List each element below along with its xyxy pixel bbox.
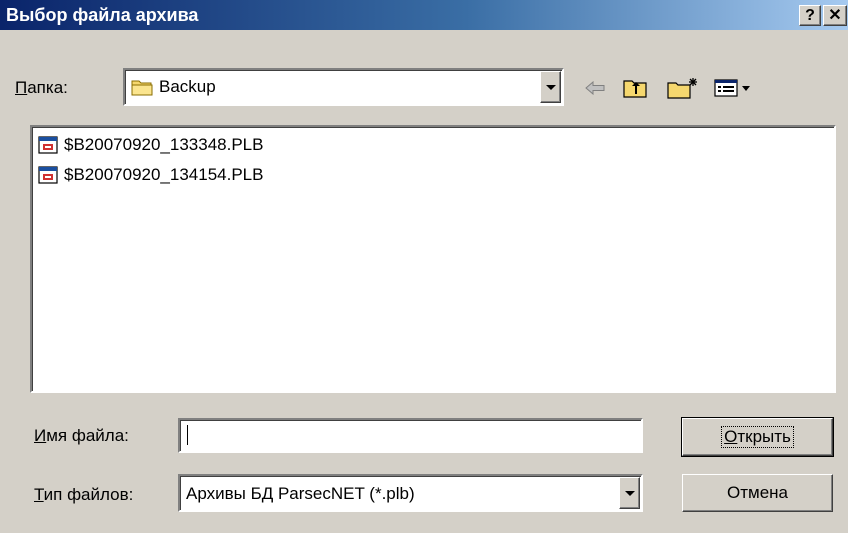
filetype-label: Тип файлов: bbox=[34, 485, 134, 504]
folder-current: Backup bbox=[159, 77, 216, 96]
up-folder-button[interactable] bbox=[620, 76, 650, 100]
view-menu-button[interactable] bbox=[711, 76, 765, 100]
archive-file-icon bbox=[38, 166, 58, 184]
window-title: Выбор файла архива bbox=[6, 4, 199, 25]
up-folder-icon bbox=[623, 80, 647, 98]
file-list[interactable]: $B20070920_133348.PLB $B20070920_134154.… bbox=[30, 125, 836, 393]
new-folder-button[interactable] bbox=[665, 76, 701, 100]
filename-label: Имя файла: bbox=[34, 426, 129, 445]
view-menu-icon bbox=[714, 79, 750, 97]
folder-combo[interactable]: Backup bbox=[123, 68, 564, 106]
help-icon: ? bbox=[805, 6, 815, 24]
cancel-button[interactable]: Отмена bbox=[682, 474, 833, 512]
back-arrow-icon bbox=[585, 81, 605, 95]
chevron-down-icon bbox=[624, 490, 635, 496]
folder-icon bbox=[131, 80, 153, 96]
new-folder-icon bbox=[667, 78, 697, 99]
title-bar[interactable]: Выбор файла архива ? ✕ bbox=[0, 0, 848, 30]
file-name: $B20070920_134154.PLB bbox=[64, 165, 264, 184]
folder-dropdown-button[interactable] bbox=[540, 71, 561, 103]
back-button[interactable] bbox=[582, 76, 608, 100]
folder-label: Папка: bbox=[15, 78, 68, 97]
filetype-selected: Архивы БД ParsecNET (*.plb) bbox=[186, 484, 415, 503]
open-button[interactable]: Открыть bbox=[681, 417, 834, 457]
archive-file-icon bbox=[38, 136, 58, 154]
close-icon: ✕ bbox=[828, 6, 842, 24]
filetype-combo[interactable]: Архивы БД ParsecNET (*.plb) bbox=[178, 474, 643, 512]
filename-input[interactable] bbox=[178, 418, 643, 453]
file-item[interactable]: $B20070920_134154.PLB bbox=[38, 165, 263, 185]
chevron-down-icon bbox=[545, 84, 556, 90]
file-name: $B20070920_133348.PLB bbox=[64, 135, 264, 154]
file-item[interactable]: $B20070920_133348.PLB bbox=[38, 135, 263, 155]
filetype-dropdown-button[interactable] bbox=[619, 477, 640, 509]
text-caret bbox=[187, 425, 188, 445]
help-button[interactable]: ? bbox=[799, 5, 821, 26]
close-button[interactable]: ✕ bbox=[823, 5, 847, 26]
